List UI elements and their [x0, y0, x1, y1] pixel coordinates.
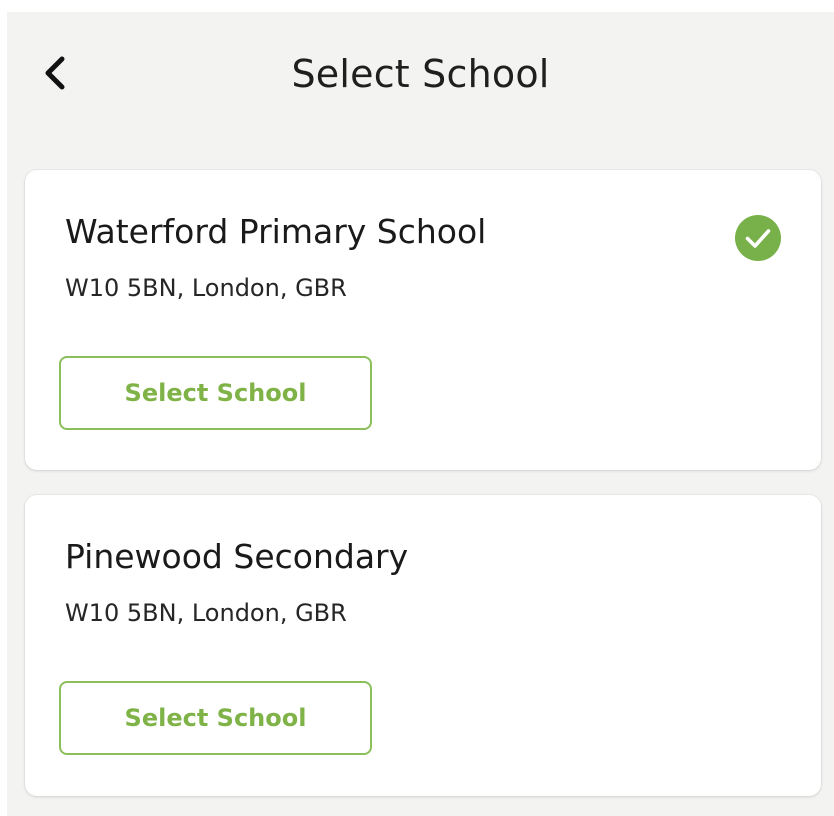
- select-school-button[interactable]: Select School: [59, 681, 372, 755]
- school-address: W10 5BN, London, GBR: [65, 274, 347, 302]
- header: Select School: [7, 12, 834, 152]
- select-school-screen: Select School Waterford Primary School W…: [7, 12, 834, 816]
- school-name: Waterford Primary School: [65, 212, 487, 251]
- check-circle-icon: [735, 215, 781, 261]
- school-card: Pinewood Secondary W10 5BN, London, GBR …: [25, 495, 821, 796]
- school-name: Pinewood Secondary: [65, 537, 409, 576]
- select-school-button[interactable]: Select School: [59, 356, 372, 430]
- school-address: W10 5BN, London, GBR: [65, 599, 347, 627]
- page-title: Select School: [291, 52, 550, 96]
- school-card: Waterford Primary School W10 5BN, London…: [25, 170, 821, 470]
